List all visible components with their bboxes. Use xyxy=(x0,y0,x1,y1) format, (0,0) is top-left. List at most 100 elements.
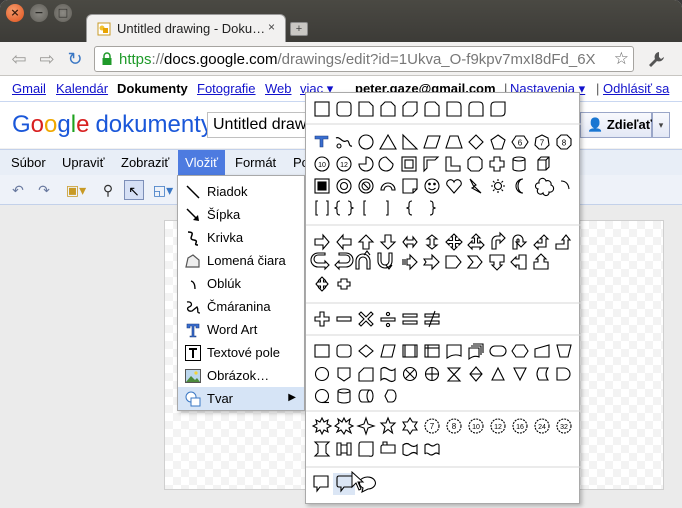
shape-triangle[interactable] xyxy=(379,133,397,150)
shape-striped-right-arrow[interactable] xyxy=(402,253,418,271)
paint-format-icon[interactable]: ▣▾ xyxy=(62,180,90,200)
flowchart-alternate-process[interactable] xyxy=(336,344,352,358)
shape-star-32[interactable]: 32 xyxy=(556,418,572,434)
insert-menu-item-polyline[interactable]: Lomená čiara xyxy=(178,249,304,272)
insert-menu-item-image[interactable]: Obrázok… xyxy=(178,364,304,387)
shape-math-minus[interactable] xyxy=(336,316,352,322)
menu-view[interactable]: Zobraziť xyxy=(114,150,176,175)
shape-block-arc[interactable] xyxy=(380,182,396,191)
shape-curved-right-arrow[interactable] xyxy=(310,252,330,271)
flowchart-delay[interactable] xyxy=(556,367,571,381)
shape-no-symbol[interactable] xyxy=(358,178,374,194)
gbar-link-photos[interactable]: Fotografie xyxy=(197,81,256,96)
shape-round-corner-rectangle[interactable] xyxy=(446,101,462,117)
menu-insert[interactable]: Vložiť xyxy=(178,150,226,175)
shape-up-arrow-callout[interactable] xyxy=(533,253,549,270)
wrench-icon[interactable] xyxy=(646,50,668,70)
redo-icon[interactable]: ↷ xyxy=(34,180,54,200)
bookmark-star-icon[interactable]: ☆ xyxy=(614,49,629,69)
shape-pentagon[interactable] xyxy=(490,134,506,150)
shape-round-same-side-rectangle[interactable] xyxy=(468,101,484,117)
flowchart-process[interactable] xyxy=(314,344,330,358)
shape-star-4[interactable] xyxy=(356,416,376,436)
shape-star-24[interactable]: 24 xyxy=(534,418,550,434)
shape-rectangle[interactable] xyxy=(314,101,330,117)
flowchart-display[interactable] xyxy=(384,389,397,403)
forward-arrow-icon[interactable]: ⇨ xyxy=(36,48,58,70)
shape-star-5[interactable] xyxy=(379,416,397,435)
shape-chevron[interactable] xyxy=(466,255,483,269)
shape-explosion-1[interactable] xyxy=(311,416,333,436)
shape-ribbon[interactable] xyxy=(313,441,331,457)
shape-down-arrow-callout[interactable] xyxy=(489,254,505,271)
shape-can[interactable] xyxy=(512,156,526,172)
shape-callout-bubble[interactable] xyxy=(335,137,353,149)
menu-format[interactable]: Formát xyxy=(228,150,283,175)
shape-math-equal[interactable] xyxy=(402,313,418,325)
shape-pentagon-arrow[interactable] xyxy=(445,255,462,269)
shape-heart[interactable] xyxy=(446,179,462,194)
flowchart-decision[interactable] xyxy=(358,344,374,358)
callout-rectangle[interactable] xyxy=(313,475,329,493)
flowchart-merge[interactable] xyxy=(513,367,527,382)
shape-math-not-equal[interactable] xyxy=(424,310,440,328)
browser-tab[interactable]: Untitled drawing - Doku… × xyxy=(86,14,286,42)
flowchart-summing-junction[interactable] xyxy=(402,366,418,382)
shape-star-12[interactable]: 12 xyxy=(490,418,506,434)
shape-bent-arrow[interactable] xyxy=(491,231,506,250)
shape-text-box[interactable] xyxy=(314,135,329,148)
flowchart-or[interactable] xyxy=(424,366,440,382)
shape-curved-down-arrow[interactable] xyxy=(377,252,393,270)
shape-smiley-face[interactable] xyxy=(424,178,440,194)
shape-quad-arrow-callout[interactable] xyxy=(315,276,329,292)
shape-left-up-arrow[interactable] xyxy=(533,234,550,251)
shape-vertical-scroll[interactable] xyxy=(358,441,374,457)
shape-star-6[interactable] xyxy=(402,416,418,436)
new-tab-button[interactable]: + xyxy=(290,22,308,36)
shape-up-down-arrow[interactable] xyxy=(425,234,439,250)
flowchart-offpage-connector[interactable] xyxy=(337,367,351,382)
shape-double-bracket[interactable] xyxy=(315,200,329,216)
address-bar[interactable]: https://docs.google.com/drawings/edit?id… xyxy=(94,46,634,72)
window-maximize-button[interactable]: □ xyxy=(54,4,72,22)
shape-right-bracket[interactable] xyxy=(386,200,389,216)
shape-octagon[interactable]: 8 xyxy=(556,134,572,150)
shape-lightning-bolt[interactable] xyxy=(469,178,482,194)
flowchart-collate[interactable] xyxy=(446,367,462,382)
shape-math-plus[interactable] xyxy=(314,311,330,327)
insert-menu-item-wordart[interactable]: Word Art xyxy=(178,318,304,341)
shape-cross[interactable] xyxy=(489,156,505,172)
shape-tool-icon[interactable]: ◱▾ xyxy=(150,180,176,200)
shape-double-brace[interactable] xyxy=(333,200,355,216)
shape-left-arrow[interactable] xyxy=(336,233,352,251)
shape-cloud[interactable] xyxy=(534,177,555,197)
shape-ribbon-2[interactable] xyxy=(336,442,352,456)
shape-left-arrow-callout[interactable] xyxy=(510,254,527,270)
flowchart-internal-storage[interactable] xyxy=(424,344,440,358)
document-title-field[interactable]: Untitled drawing xyxy=(207,112,317,138)
shape-cube[interactable] xyxy=(537,156,550,171)
flowchart-sequential-access-storage[interactable] xyxy=(314,388,330,404)
flowchart-preparation[interactable] xyxy=(511,344,529,358)
select-icon[interactable]: ↖ xyxy=(124,180,144,200)
shape-snip-same-side-rectangle[interactable] xyxy=(380,101,396,117)
tab-close-icon[interactable]: × xyxy=(268,20,275,34)
shape-down-arrow[interactable] xyxy=(379,234,397,250)
gbar-link-web[interactable]: Web xyxy=(265,81,292,96)
shape-hexagon[interactable]: 6 xyxy=(511,135,529,149)
shape-trapezoid[interactable] xyxy=(445,135,463,149)
shape-bevel[interactable] xyxy=(314,178,330,194)
gbar-link-gmail[interactable]: Gmail xyxy=(12,81,46,96)
shape-right-triangle[interactable] xyxy=(402,133,419,150)
window-minimize-button[interactable]: − xyxy=(30,4,48,22)
shape-left-brace[interactable] xyxy=(405,200,413,216)
shape-arc[interactable] xyxy=(560,180,570,190)
shape-horizontal-scroll[interactable] xyxy=(380,441,396,454)
shape-math-divide[interactable] xyxy=(380,311,396,328)
shape-curved-up-arrow[interactable] xyxy=(355,250,371,270)
insert-menu-item-scribble[interactable]: Čmáranina xyxy=(178,295,304,318)
shape-star-16[interactable]: 16 xyxy=(512,418,528,434)
shape-donut[interactable] xyxy=(336,178,352,194)
shape-star-10[interactable]: 10 xyxy=(468,418,484,434)
insert-menu-item-textbox[interactable]: Textové pole xyxy=(178,341,304,364)
